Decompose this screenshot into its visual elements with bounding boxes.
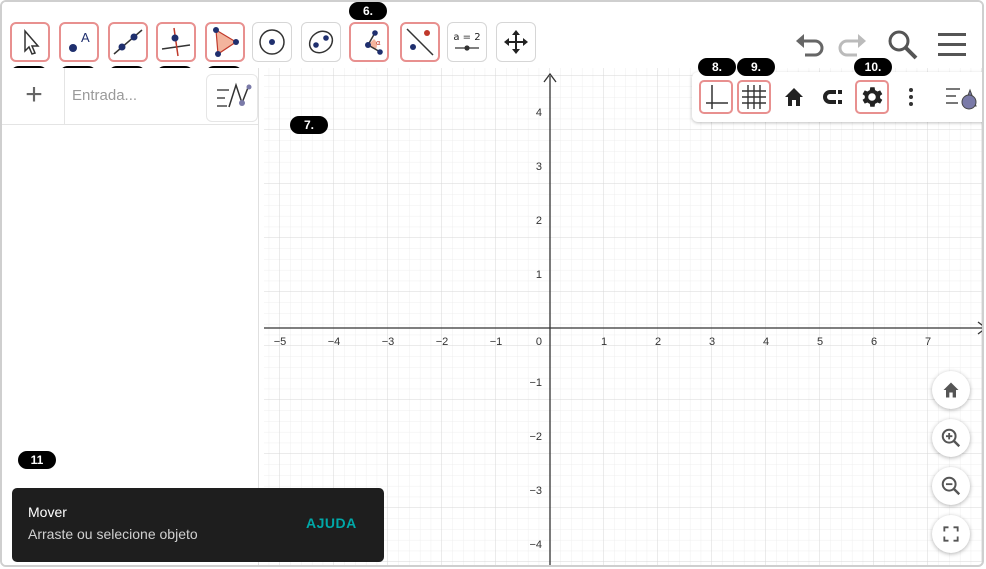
zoom-in-icon — [941, 428, 961, 448]
add-icon[interactable]: + — [14, 78, 54, 114]
polygon-tool[interactable] — [205, 22, 245, 62]
line-icon — [113, 29, 143, 55]
reflect-icon — [406, 28, 434, 56]
zoom-in-button[interactable] — [932, 419, 970, 457]
badge-8: 8. — [698, 58, 736, 76]
y-tick-label: 2 — [536, 215, 542, 227]
badge-10: 10. — [854, 58, 892, 76]
x-tick-label: 2 — [655, 336, 661, 348]
more-vert-icon — [909, 88, 913, 106]
search-icon[interactable] — [882, 24, 922, 64]
standard-view-button[interactable] — [777, 80, 811, 114]
graphics-style-icon — [946, 88, 977, 110]
badge-11: 11 — [18, 451, 56, 469]
x-tick-label: 7 — [925, 336, 931, 348]
ellipse-tool[interactable] — [301, 22, 341, 62]
undo-icon[interactable] — [790, 24, 830, 64]
zoom-out-button[interactable] — [932, 467, 970, 505]
y-tick-label: −2 — [529, 431, 542, 443]
y-tick-label: 4 — [536, 107, 542, 119]
more-options-button[interactable] — [894, 80, 928, 114]
home-icon — [785, 88, 803, 106]
divider — [64, 68, 65, 124]
sort-graph-icon — [217, 82, 252, 108]
x-tick-label: 6 — [871, 336, 877, 348]
toolbar: A α a = 2 1. 2. 3. 4. — [2, 2, 982, 84]
grid-icon — [742, 85, 766, 109]
x-tick-label: 5 — [817, 336, 823, 348]
toast-title: Mover — [28, 504, 67, 520]
y-tick-label: 3 — [536, 161, 542, 173]
fullscreen-icon — [943, 526, 959, 542]
polygon-icon — [213, 27, 239, 57]
point-tool[interactable]: A — [59, 22, 99, 62]
x-tick-label: −4 — [328, 336, 341, 348]
y-tick-label: −4 — [529, 539, 542, 551]
help-button[interactable]: AJUDA — [306, 515, 357, 531]
gear-icon — [862, 87, 883, 107]
style-bar-toggle[interactable] — [942, 80, 982, 114]
graphics-settings-button[interactable] — [855, 80, 889, 114]
move-graphics-tool[interactable] — [496, 22, 536, 62]
badge-9: 9. — [737, 58, 775, 76]
point-icon: A — [69, 30, 90, 52]
x-tick-label: 4 — [763, 336, 769, 348]
move-arrows-icon — [504, 30, 528, 54]
perpendicular-tool[interactable] — [156, 22, 196, 62]
app-window: A α a = 2 1. 2. 3. 4. — [0, 0, 984, 567]
angle-tool[interactable]: α — [349, 22, 389, 62]
menu-icon[interactable] — [932, 24, 972, 64]
home-icon — [943, 382, 959, 398]
point-capturing-button[interactable] — [816, 80, 850, 114]
perpendicular-icon — [161, 27, 191, 57]
axes-toggle[interactable] — [699, 80, 733, 114]
angle-icon: α — [365, 30, 383, 55]
x-tick-label: 1 — [601, 336, 607, 348]
badge-6: 6. — [349, 2, 387, 20]
x-tick-label: −2 — [436, 336, 449, 348]
algebra-input[interactable] — [70, 86, 204, 105]
ellipse-icon — [308, 30, 334, 54]
axes-icon — [706, 85, 728, 109]
x-tick-label: −1 — [490, 336, 503, 348]
algebra-sort-button[interactable] — [206, 74, 258, 122]
circle-tool[interactable] — [252, 22, 292, 62]
line-tool[interactable] — [108, 22, 148, 62]
x-tick-label: −3 — [382, 336, 395, 348]
move-tool[interactable] — [10, 22, 50, 62]
circle-icon — [259, 29, 285, 55]
algebra-input-row: + — [2, 68, 258, 125]
badge-7: 7. — [290, 116, 328, 134]
home-view-button[interactable] — [932, 371, 970, 409]
x-tick-label: 3 — [709, 336, 715, 348]
y-tick-label: 1 — [536, 269, 542, 281]
svg-text:α: α — [376, 39, 381, 47]
zoom-out-icon — [941, 476, 961, 496]
slider-tool[interactable]: a = 2 — [447, 22, 487, 62]
slider-icon: a = 2 — [453, 32, 481, 51]
x-tick-label: −5 — [274, 336, 287, 348]
grid-toggle[interactable] — [737, 80, 771, 114]
y-tick-label: −1 — [529, 377, 542, 389]
reflect-tool[interactable] — [400, 22, 440, 62]
magnet-icon — [823, 90, 842, 104]
fullscreen-button[interactable] — [932, 515, 970, 553]
svg-text:A: A — [81, 30, 90, 45]
tool-help-toast: Mover Arraste ou selecione objeto AJUDA — [12, 488, 384, 562]
cursor-icon — [24, 28, 40, 55]
y-tick-label: −3 — [529, 485, 542, 497]
toast-message: Arraste ou selecione objeto — [28, 526, 198, 542]
graphics-style-bar — [692, 72, 982, 122]
slider-tool-label: a = 2 — [453, 32, 480, 43]
x-tick-label: 0 — [536, 336, 542, 348]
